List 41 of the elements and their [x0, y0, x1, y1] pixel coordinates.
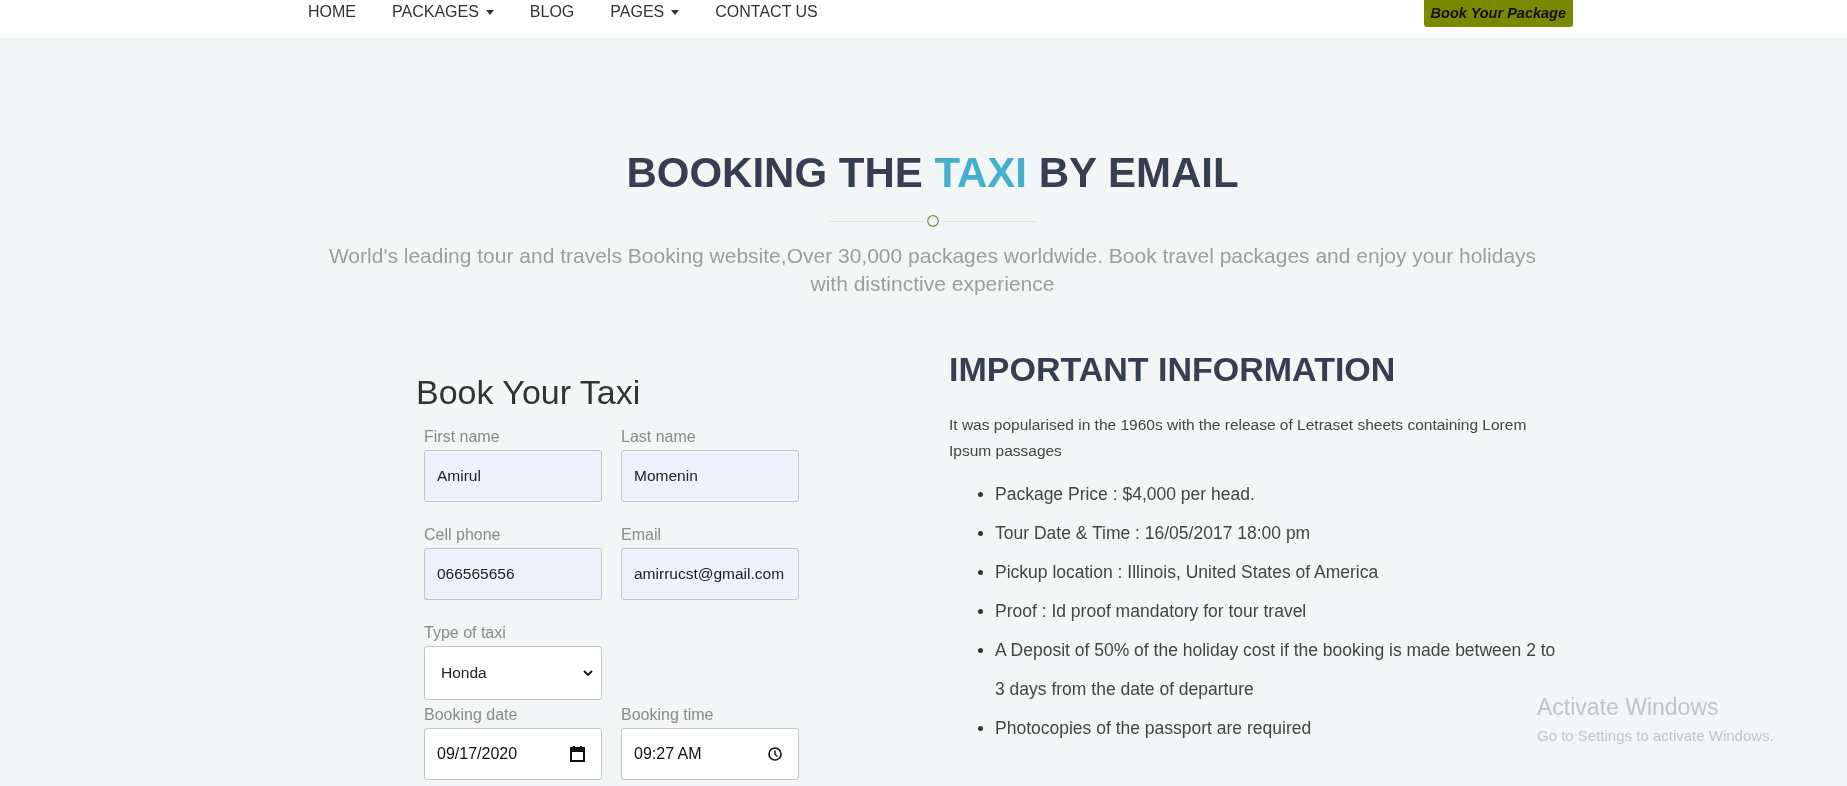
info-list-item: A Deposit of 50% of the holiday cost if the booking is made between 2 to 3 days from the date of departure	[995, 640, 1556, 699]
time-input-field[interactable]: 09:27 AM	[621, 728, 799, 780]
info-list-item: Tour Date & Time : 16/05/2017 18:00 pm	[995, 523, 1311, 543]
date-input-field[interactable]: 09/17/2020	[424, 728, 602, 780]
text-input-field[interactable]: Momenin	[621, 450, 799, 502]
bullet-icon	[978, 531, 983, 536]
field-label: Booking date	[424, 706, 519, 724]
nav-link[interactable]: PAGES	[592, 0, 698, 24]
field-label: Email	[621, 526, 662, 544]
nav-link[interactable]: PACKAGES	[374, 0, 512, 24]
circle-icon	[926, 215, 939, 227]
text-input-field[interactable]: amirrucst@gmail.com	[621, 548, 799, 600]
section-heading: IMPORTANT INFORMATION	[949, 351, 1397, 387]
info-list-item: Photocopies of the passport are required	[995, 718, 1312, 738]
nav-link[interactable]: CONTACT US	[697, 0, 836, 24]
calendar-icon[interactable]	[570, 746, 585, 762]
bullet-icon	[978, 726, 983, 731]
text-input-field[interactable]: Amirul	[424, 450, 602, 502]
info-paragraph: It was popularised in the 1960s with the release of Letraset sheets containing Lorem Ipsum passages	[949, 415, 1528, 461]
bullet-icon	[978, 570, 983, 575]
field-label: Last name	[621, 428, 697, 446]
page-subtitle: World's leading tour and travels Booking website,Over 30,000 packages worldwide. Book travel packages and enjoy your holidays with distinctive experience	[327, 243, 1538, 297]
field-label: Booking time	[621, 706, 715, 724]
form-title: Book Your Taxi	[416, 372, 642, 412]
book-package-button[interactable]: Book Your Package	[1423, 0, 1573, 27]
field-label: First name	[424, 428, 501, 446]
info-list-item: Pickup location : Illinois, United States of America	[995, 562, 1379, 582]
nav-link[interactable]: BLOG	[511, 0, 593, 24]
nav-link[interactable]: HOME	[290, 0, 374, 24]
text-input-field[interactable]: 066565656	[424, 548, 602, 600]
dropdown-select[interactable]: Honda	[424, 646, 602, 700]
chevron-down-icon	[583, 670, 593, 676]
clock-icon[interactable]	[768, 747, 782, 761]
bullet-icon	[978, 648, 983, 653]
bullet-icon	[978, 609, 983, 614]
field-label: Cell phone	[424, 526, 502, 544]
info-list-item: Proof : Id proof mandatory for tour travel	[995, 601, 1307, 621]
field-label: Type of taxi	[424, 624, 507, 642]
page-title: BOOKING THE TAXI BY EMAIL	[625, 149, 1240, 197]
info-list-item: Package Price : $4,000 per head.	[995, 484, 1255, 504]
bullet-icon	[978, 492, 983, 497]
